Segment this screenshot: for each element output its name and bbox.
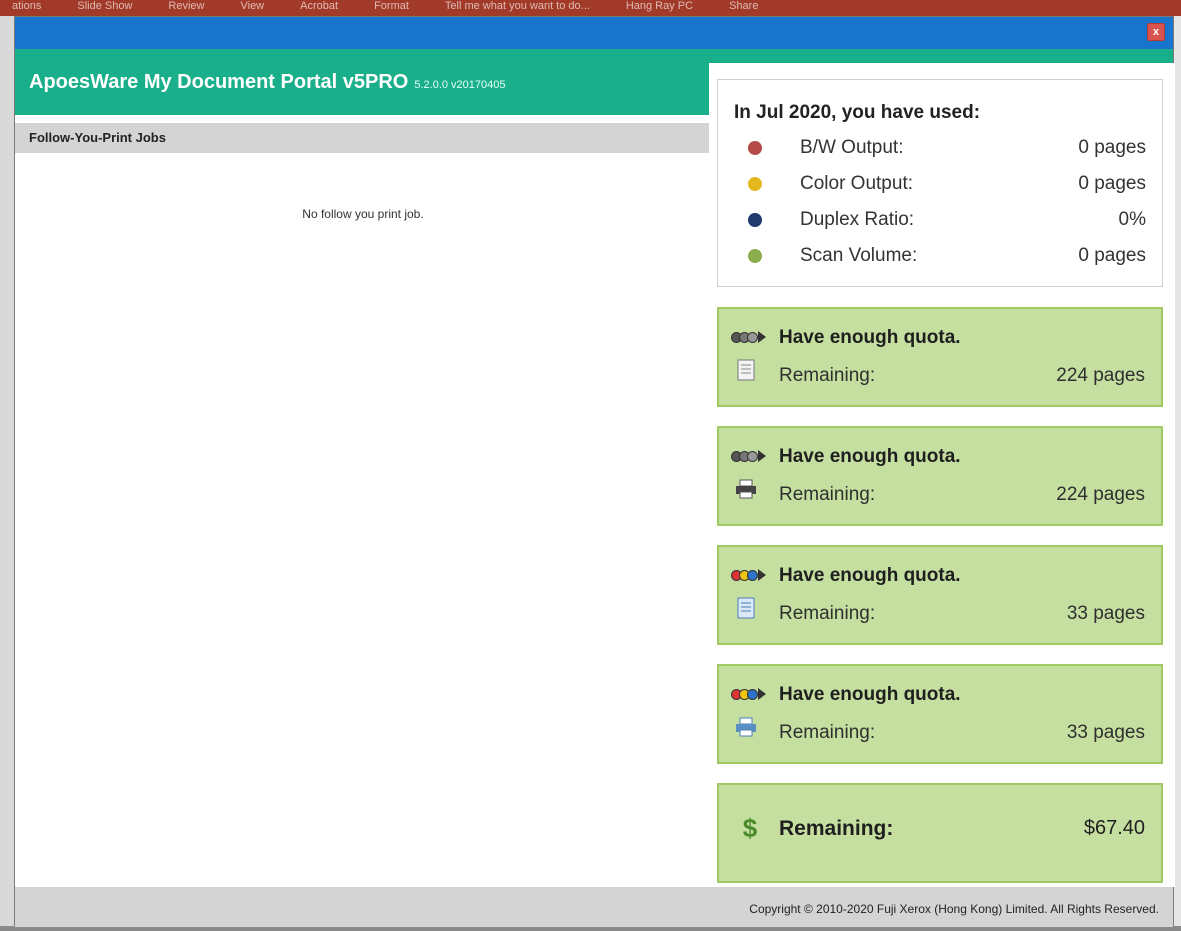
section-title: Follow-You-Print Jobs (15, 123, 711, 153)
quota-remaining-label: Remaining: (779, 722, 876, 743)
quota-remaining-value: 224 pages (1056, 484, 1145, 505)
dollar-icon: $ (742, 813, 758, 843)
quota-card-bw-copy: Have enough quota. Remaining: 224 pages (717, 307, 1163, 407)
color-document-icon (737, 597, 755, 619)
close-icon: x (1152, 26, 1160, 38)
bw-dot-icon (748, 141, 762, 155)
ribbon-tab[interactable]: Slide Show (77, 0, 132, 16)
portal-dialog: x ApoesWare My Document Portal v5PRO 5.2.… (14, 16, 1175, 927)
color-printer-icon (736, 717, 756, 737)
tell-me-search[interactable]: Tell me what you want to do... (445, 0, 590, 16)
ribbon-tab[interactable]: ations (12, 0, 41, 16)
duplex-dot-icon (748, 213, 762, 227)
quota-status: Have enough quota. (779, 446, 961, 467)
balance-value: $67.40 (1083, 817, 1145, 839)
quota-status: Have enough quota. (779, 327, 961, 348)
usage-label: Duplex Ratio: (800, 209, 915, 230)
background-right-strip (1174, 16, 1181, 926)
ribbon-tab[interactable]: Acrobat (300, 0, 338, 16)
color-dot-icon (748, 177, 762, 191)
bw-pills-icon (731, 329, 769, 345)
quota-remaining-value: 224 pages (1056, 365, 1145, 386)
bw-pills-icon (731, 448, 769, 464)
ribbon-tab[interactable]: View (240, 0, 264, 16)
usage-row-bw: B/W Output: 0 pages (734, 130, 1146, 166)
monthly-usage-box: In Jul 2020, you have used: B/W Output: … (717, 79, 1163, 287)
quota-card-color-copy: Have enough quota. Remaining: 33 pages (717, 545, 1163, 645)
empty-jobs-message: No follow you print job. (302, 207, 424, 221)
usage-row-duplex: Duplex Ratio: 0% (734, 202, 1146, 238)
ribbon-tab[interactable]: Format (374, 0, 409, 16)
quota-remaining-label: Remaining: (779, 365, 876, 386)
usage-title: In Jul 2020, you have used: (734, 102, 981, 123)
scan-dot-icon (748, 249, 762, 263)
usage-value: 0% (1118, 209, 1146, 230)
usage-value: 0 pages (1078, 173, 1146, 194)
color-pills-icon (731, 567, 769, 583)
background-app-ribbon: ations Slide Show Review View Acrobat Fo… (0, 0, 1181, 16)
usage-label: Scan Volume: (800, 245, 918, 266)
ribbon-tab[interactable]: Review (168, 0, 204, 16)
usage-label: B/W Output: (800, 137, 904, 158)
quota-remaining-label: Remaining: (779, 484, 876, 505)
usage-label: Color Output: (800, 173, 913, 194)
quota-status: Have enough quota. (779, 565, 961, 586)
usage-value: 0 pages (1078, 245, 1146, 266)
footer: Copyright © 2010-2020 Fuji Xerox (Hong K… (15, 887, 1173, 927)
usage-value: 0 pages (1078, 137, 1146, 158)
printer-icon (736, 479, 756, 499)
follow-you-print-panel: Follow-You-Print Jobs No follow you prin… (15, 115, 711, 887)
usage-row-scan: Scan Volume: 0 pages (734, 238, 1146, 274)
quota-remaining-value: 33 pages (1066, 722, 1145, 743)
close-button[interactable]: x (1147, 23, 1165, 41)
quota-remaining-label: Remaining: (779, 603, 876, 624)
dialog-titlebar[interactable]: x (15, 17, 1173, 49)
account-name: Hang Ray PC (625, 0, 694, 12)
app-title-text: ApoesWare My Document Portal v5PRO (29, 71, 409, 93)
balance-label: Remaining: (779, 817, 894, 840)
document-icon (737, 359, 755, 381)
app-version: 5.2.0.0 v20170405 (414, 79, 506, 91)
quota-card-color-print: Have enough quota. Remaining: 33 pages (717, 664, 1163, 764)
quota-status: Have enough quota. (779, 684, 961, 705)
quota-remaining-value: 33 pages (1066, 603, 1145, 624)
share-button[interactable]: Share (729, 0, 758, 16)
color-pills-icon (731, 686, 769, 702)
app-title: ApoesWare My Document Portal v5PRO 5.2.0.… (29, 71, 506, 94)
background-left-strip (0, 16, 14, 926)
balance-card: $ Remaining: $67.40 (717, 783, 1163, 883)
quota-card-bw-print: Have enough quota. Remaining: 224 pages (717, 426, 1163, 526)
usage-panel: In Jul 2020, you have used: B/W Output: … (709, 63, 1175, 887)
copyright-text: Copyright © 2010-2020 Fuji Xerox (Hong K… (749, 902, 1159, 916)
usage-row-color: Color Output: 0 pages (734, 166, 1146, 202)
